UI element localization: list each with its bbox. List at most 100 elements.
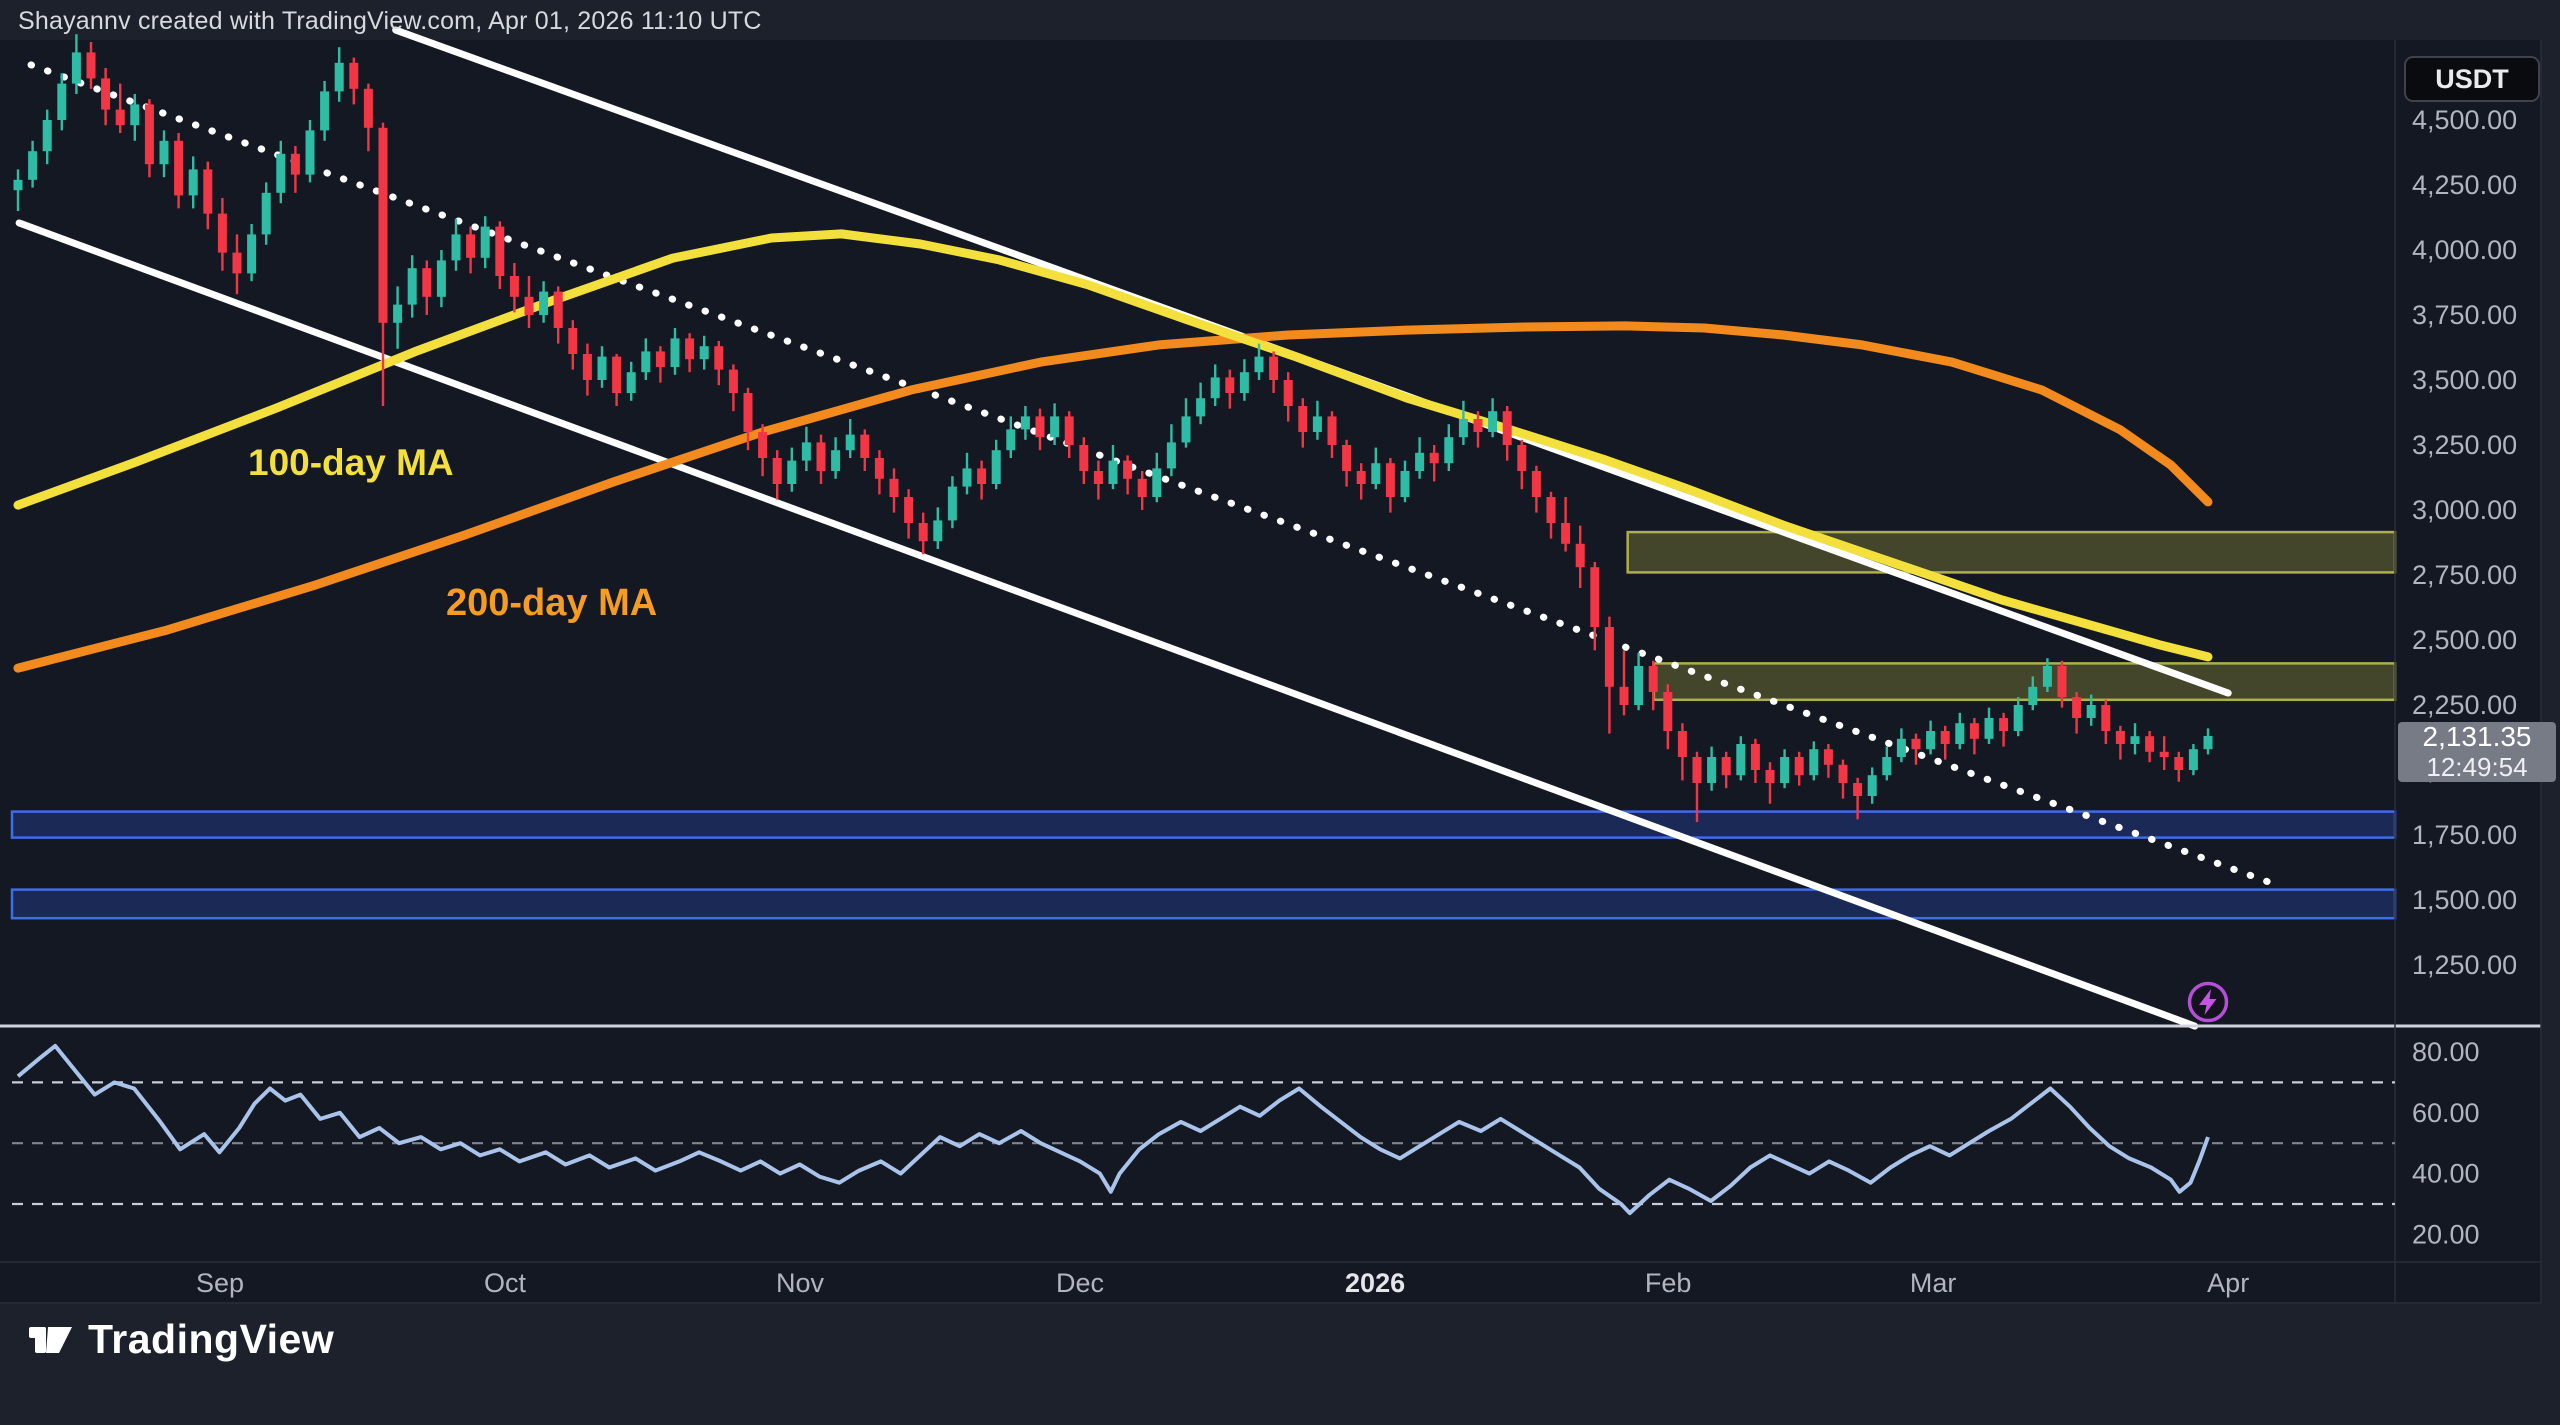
candle-body [306, 130, 315, 174]
candle-body [1123, 461, 1132, 479]
price-axis-tick[interactable]: 4,500.00 [2412, 105, 2517, 135]
candle-body [2028, 687, 2037, 705]
candle-body [408, 268, 417, 304]
candle-body [101, 78, 110, 109]
rsi-axis-tick[interactable]: 40.00 [2412, 1159, 2480, 1189]
candle-body [1138, 479, 1147, 497]
flash-icon[interactable] [2186, 980, 2230, 1024]
candle-body [495, 227, 504, 276]
candle-body [2014, 705, 2023, 731]
price-axis-tick[interactable]: 1,750.00 [2412, 820, 2517, 850]
time-axis-label-Dec[interactable]: Dec [1056, 1268, 1104, 1298]
price-axis-tick[interactable]: 1,500.00 [2412, 885, 2517, 915]
candle-body [437, 260, 446, 296]
candle-body [1839, 765, 1848, 783]
candle-body [875, 458, 884, 479]
candle-body [247, 234, 256, 273]
candle-body [598, 357, 607, 380]
price-axis-tick[interactable]: 3,250.00 [2412, 430, 2517, 460]
time-axis-label-Mar[interactable]: Mar [1910, 1268, 1957, 1298]
candle-body [1882, 757, 1891, 775]
candle-body [948, 487, 957, 521]
price-axis-tick[interactable]: 4,250.00 [2412, 170, 2517, 200]
candle-body [87, 52, 96, 78]
candle-body [1225, 377, 1234, 393]
candle-body [583, 354, 592, 380]
candle-body [919, 523, 928, 541]
time-axis-label-Feb[interactable]: Feb [1645, 1268, 1692, 1298]
candle-body [320, 91, 329, 130]
candle-body [1444, 437, 1453, 463]
candle-body [1240, 372, 1249, 393]
candle-body [1751, 744, 1760, 770]
candle-body [1780, 757, 1789, 783]
candle-body [568, 328, 577, 354]
time-axis-label-2026[interactable]: 2026 [1345, 1268, 1405, 1298]
support-zone-lower [12, 890, 2395, 919]
candle-body [1605, 627, 1614, 687]
candle-body [1211, 377, 1220, 398]
candle-body [627, 372, 636, 393]
candle-body [1079, 445, 1088, 471]
attribution-text: Shayannv created with TradingView.com, A… [18, 7, 762, 36]
candle-body [758, 432, 767, 458]
candle-body [1999, 718, 2008, 731]
candle-body [1196, 398, 1205, 416]
candle-body [656, 351, 665, 367]
candle-body [1152, 468, 1161, 497]
candle-body [1766, 770, 1775, 783]
candle-body [744, 393, 753, 432]
time-axis-label-Nov[interactable]: Nov [776, 1268, 825, 1298]
tradingview-logo-text: TradingView [88, 1316, 334, 1363]
ma200-annotation-label: 200-day MA [446, 582, 657, 625]
candle-body [802, 442, 811, 460]
candle-body [14, 180, 23, 190]
candle-body [233, 253, 242, 274]
time-axis-label-Apr[interactable]: Apr [2207, 1268, 2249, 1298]
price-axis-tick[interactable]: 3,500.00 [2412, 365, 2517, 395]
candle-body [1561, 523, 1570, 544]
time-axis-label-Oct[interactable]: Oct [484, 1268, 527, 1298]
candle-body [2160, 752, 2169, 757]
candle-body [72, 52, 81, 83]
time-axis-background [0, 1262, 2541, 1303]
price-axis-tick[interactable]: 4,000.00 [2412, 235, 2517, 265]
ma100-annotation-label: 100-day MA [248, 442, 454, 484]
tradingview-logo-icon [28, 1317, 74, 1363]
candle-body [1094, 471, 1103, 484]
time-axis-label-Sep[interactable]: Sep [196, 1268, 244, 1298]
symbol-currency-button[interactable]: USDT [2404, 56, 2540, 102]
price-chart-svg[interactable]: 4,500.00 4,250.00 4,000.00 3,750.00 3,500.00… [0, 0, 2560, 1425]
candle-body [1182, 416, 1191, 442]
candle-body [1532, 471, 1541, 497]
candle-body [1386, 463, 1395, 497]
rsi-axis-tick[interactable]: 80.00 [2412, 1037, 2480, 1067]
candle-body [1941, 731, 1950, 744]
price-axis-tick[interactable]: 3,750.00 [2412, 300, 2517, 330]
candle-body [1547, 497, 1556, 523]
candle-body [218, 214, 227, 253]
candle-body [671, 338, 680, 367]
candle-body [817, 442, 826, 471]
symbol-currency-label: USDT [2435, 64, 2509, 95]
candle-body [1109, 461, 1118, 484]
price-axis-tick[interactable]: 2,250.00 [2412, 690, 2517, 720]
price-axis-tick[interactable]: 1,250.00 [2412, 950, 2517, 980]
candle-body [1970, 723, 1979, 739]
tradingview-logo[interactable]: TradingView [28, 1316, 334, 1363]
candle-body [1065, 416, 1074, 445]
candle-body [2145, 736, 2154, 752]
candle-body [1663, 692, 1672, 731]
candle-body [1050, 416, 1059, 437]
price-axis-tick[interactable]: 2,500.00 [2412, 625, 2517, 655]
candle-body [1517, 445, 1526, 471]
candle-body [1868, 775, 1877, 796]
rsi-axis-tick[interactable]: 60.00 [2412, 1098, 2480, 1128]
price-axis-tick[interactable]: 2,750.00 [2412, 560, 2517, 590]
candle-body [1824, 749, 1833, 765]
candle-body [977, 468, 986, 484]
candle-body [1006, 429, 1015, 450]
resistance-zone-upper [1628, 532, 2395, 572]
price-axis-tick[interactable]: 3,000.00 [2412, 495, 2517, 525]
rsi-axis-tick[interactable]: 20.00 [2412, 1219, 2480, 1249]
